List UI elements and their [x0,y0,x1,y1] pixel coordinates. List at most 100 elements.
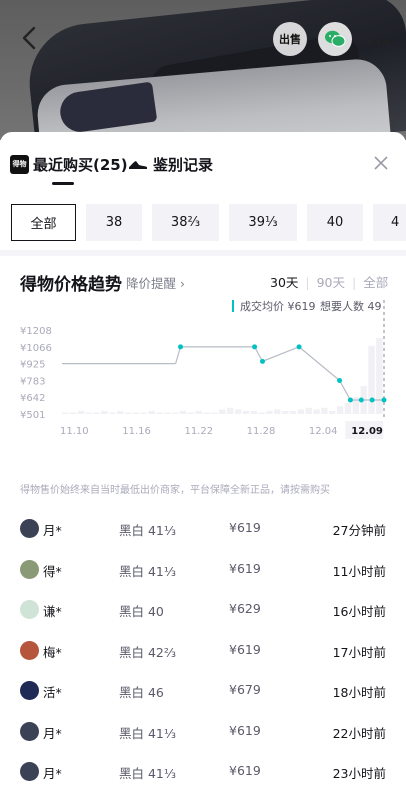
purchase-price: ¥619 [229,560,261,576]
close-icon[interactable] [372,154,390,172]
price-drop-alert-link[interactable]: 降价提醒 › [126,273,185,292]
y-tick-label: ¥1066 [20,343,52,354]
wants-bar [344,403,352,414]
size-chip-all[interactable]: 全部 [11,204,76,241]
y-tick-label: ¥925 [20,360,45,371]
price-point [381,397,387,403]
avatar [20,519,39,538]
active-tab-indicator [52,182,74,185]
price-line [175,346,384,401]
wants-bar [148,410,155,414]
wants-bar [124,412,132,414]
wants-bar [116,410,124,414]
wants-bar [219,409,226,414]
purchase-price: ¥619 [229,520,261,535]
wants-bar [329,410,336,414]
product-hero-image [0,0,406,140]
wants-bar [226,407,234,414]
recent-purchases-sheet: 得物 最近购买(25) 鉴别记录 全部 38 38⅔ 39⅓ 40 4 得物价格… [0,132,406,800]
wants-bar [156,412,163,414]
wants-bar [195,410,203,414]
more-options-icon[interactable]: ··· [366,30,392,54]
purchase-time: 17小时前 [332,644,386,660]
purchase-time: 18小时前 [332,685,386,700]
tab-authentication-records[interactable]: 鉴别记录 [128,152,213,176]
buyer-name: 活* [43,685,62,700]
size-chip[interactable]: 40 [307,204,363,241]
x-tick-label: 11.10 [60,426,89,437]
avatar [20,721,39,741]
wants-bar [171,412,179,414]
purchase-record-row: 谦* 黑白 40 ¥629 16小时前 [0,591,406,631]
wants-bar [376,338,383,414]
legend-price-label: 成交均价 ¥619 [240,299,316,313]
purchase-spec: 黑白 40 [119,604,164,619]
purchase-time: 27分钟前 [332,523,386,538]
back-arrow-icon[interactable] [18,24,42,52]
wants-bar [234,409,242,414]
buyer-name: 梅* [43,644,62,660]
price-disclaimer: 得物售价始终来自当时最低出价商家，平台保障全新正品，请按需购买 [20,485,330,496]
range-30-days[interactable]: 30天 [270,275,298,290]
purchase-spec: 黑白 41⅓ [119,523,176,538]
purchase-spec: 黑白 41⅓ [119,563,176,579]
tab-recent-purchases[interactable]: 得物 最近购买(25) [10,152,128,176]
avatar [20,681,39,700]
sell-label: 出售 [279,33,301,46]
price-trend-chart[interactable]: 成交均价 ¥619 想要人数 49 ¥1208 ¥1066 ¥925 ¥783 ¥642 ¥5… [0,292,406,492]
wants-bar [305,407,312,414]
wants-bar [93,412,100,414]
x-tick-label: 11.16 [122,426,151,437]
wants-bar [187,412,195,414]
purchase-price: ¥619 [229,641,261,657]
buyer-name: 月* [43,725,62,741]
price-point [369,397,375,403]
price-point [337,377,343,383]
size-chip[interactable]: 39⅓ [229,204,297,241]
wants-bar [164,412,171,414]
sell-button[interactable]: 出售 [273,22,307,56]
y-tick-label: ¥1208 [20,326,52,337]
wants-bar [368,345,375,414]
x-tick-label: 11.22 [184,426,213,437]
size-chip[interactable]: 38⅔ [152,204,219,241]
wants-bar [109,412,116,414]
size-chip[interactable]: 38 [86,204,142,241]
wants-bar [101,410,108,414]
purchase-price: ¥629 [229,601,261,616]
wechat-share-button[interactable] [318,22,352,56]
wants-bar [266,410,273,414]
purchase-time: 22小时前 [332,725,386,741]
avatar [20,559,39,579]
legend-price-marker [232,300,234,312]
purchase-record-row: 得* 黑白 41⅓ ¥619 11小时前 [0,551,406,591]
y-tick-label: ¥501 [20,410,45,421]
y-tick-label: ¥783 [20,376,45,387]
wants-bar [289,410,297,414]
purchase-record-row: 梅* 黑白 42⅔ ¥619 17小时前 [0,632,406,672]
wants-bar [336,406,344,414]
range-all[interactable]: 全部 [363,275,388,290]
price-point [347,397,353,403]
purchase-time: 23小时前 [332,766,386,781]
tab-recent-purchases-label: 最近购买(25) [33,155,128,174]
price-point [296,344,302,350]
avatar [20,640,39,660]
price-point [358,397,364,403]
wants-bar [242,410,250,414]
wants-bar [250,410,257,414]
wechat-icon [325,30,346,47]
x-tick-label: 11.28 [247,426,276,437]
wants-bar [132,412,140,414]
size-chip[interactable]: 4 [373,204,406,241]
purchase-spec: 黑白 41⅓ [119,766,176,781]
price-point [178,344,184,350]
range-90-days[interactable]: 90天 [317,275,345,290]
wants-bar [281,410,289,414]
buyer-name: 月* [43,523,62,538]
purchase-record-row: 月* 黑白 41⅓ ¥619 27分钟前 [0,510,406,550]
price-point [260,358,266,364]
purchase-record-row: 月* 黑白 41⅓ ¥619 22小时前 [0,713,406,753]
wants-bar [85,412,93,414]
wants-bar [69,412,77,414]
